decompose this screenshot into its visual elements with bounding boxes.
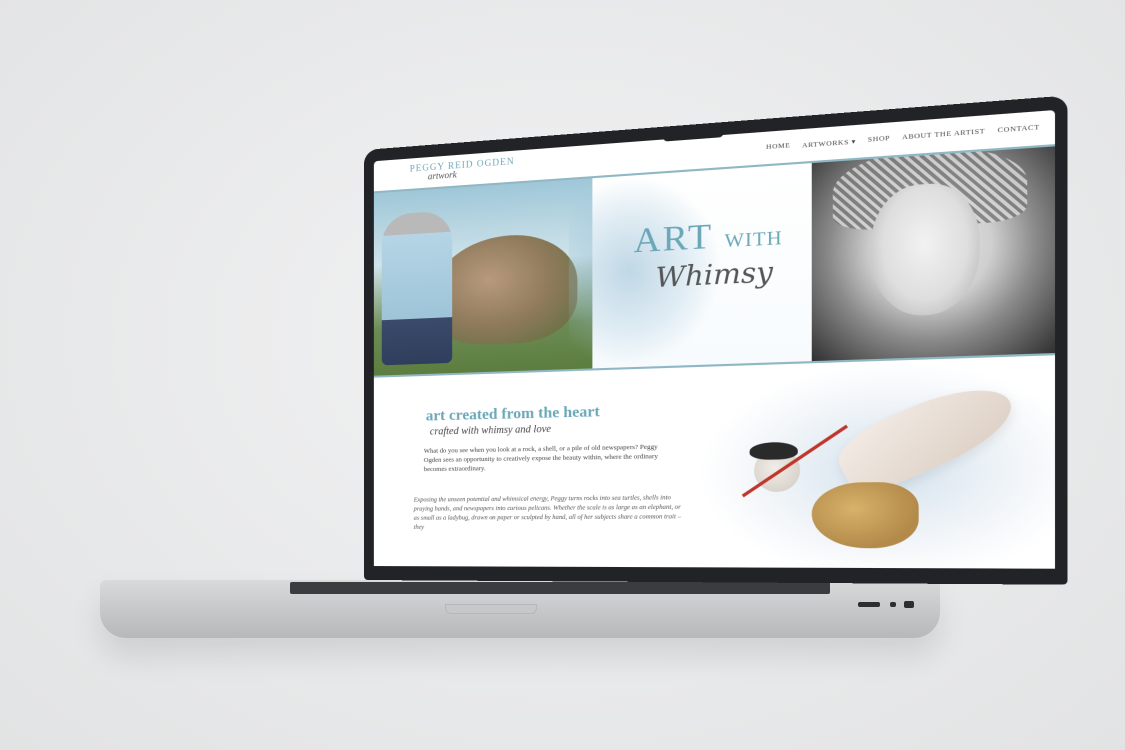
portrait-face: [870, 180, 980, 318]
pelican-sculpture-image: [697, 355, 1056, 569]
section-heading: art created from the heart: [425, 403, 600, 425]
screen-bezel: PEGGY REID OGDEN artwork HOME ARTWORKS ▾…: [364, 95, 1068, 585]
port-hdmi-icon: [904, 601, 914, 608]
nav-about[interactable]: ABOUT THE ARTIST: [902, 128, 985, 143]
beret-icon: [749, 441, 798, 460]
trackpad-notch: [445, 604, 537, 614]
hero-title-with: WITH: [724, 226, 783, 252]
laptop-base: [100, 580, 940, 638]
intro-paragraph-2: Exposing the unseen potential and whimsi…: [413, 494, 682, 531]
port-usb-c-icon: [858, 602, 880, 607]
hero-title: ART WITH Whimsy: [634, 213, 783, 296]
pelican-body: [811, 481, 919, 549]
keyboard-deck: [290, 582, 830, 594]
nav-home[interactable]: HOME: [766, 142, 790, 152]
artist-painting-rock-photo: [373, 178, 593, 376]
nav-artworks[interactable]: ARTWORKS ▾: [802, 137, 856, 150]
rock-shape: [431, 231, 578, 347]
section-subheading: crafted with whimsy and love: [429, 423, 552, 438]
hero-title-script: Whimsy: [655, 256, 773, 295]
site-logo[interactable]: PEGGY REID OGDEN artwork: [410, 156, 515, 183]
main-nav: HOME ARTWORKS ▾ SHOP ABOUT THE ARTIST CO…: [766, 124, 1040, 153]
nav-shop[interactable]: SHOP: [868, 135, 890, 145]
hero-title-art: ART: [633, 216, 714, 261]
woman-portrait-drawing: [811, 146, 1056, 362]
artist-figure: [381, 210, 453, 366]
laptop-lid: PEGGY REID OGDEN artwork HOME ARTWORKS ▾…: [364, 95, 1068, 585]
pelican-wing: [829, 369, 1024, 502]
intro-paragraph-1: What do you see when you look at a rock,…: [423, 443, 658, 474]
nav-contact[interactable]: CONTACT: [998, 124, 1040, 136]
port-usb-c-icon: [890, 602, 896, 607]
intro-section: art created from the heart crafted with …: [373, 355, 1056, 569]
website-screen: PEGGY REID OGDEN artwork HOME ARTWORKS ▾…: [373, 110, 1056, 569]
